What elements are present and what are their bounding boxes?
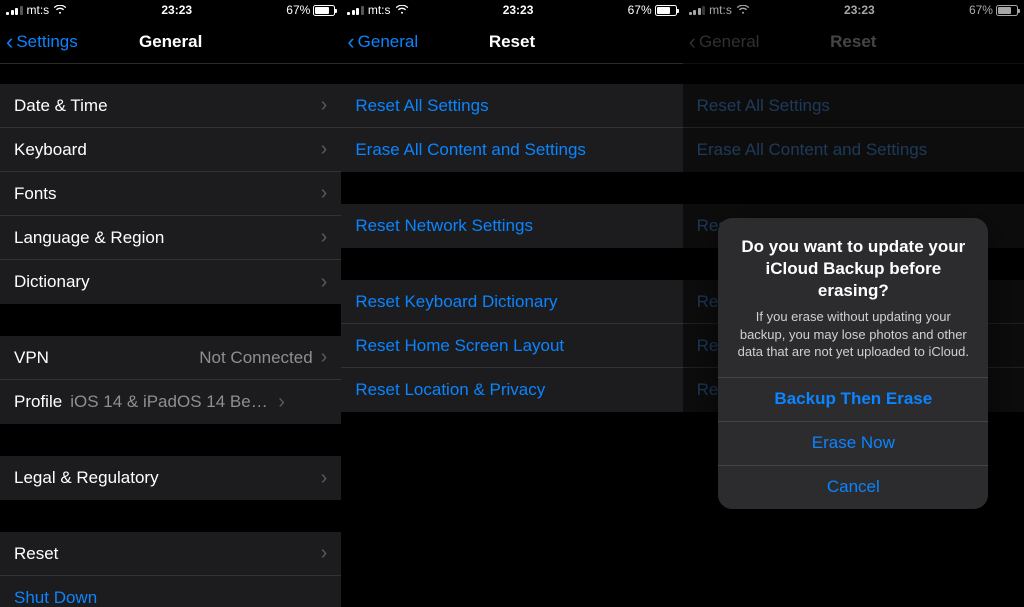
chevron-right-icon: › xyxy=(321,271,328,294)
battery-pct: 67% xyxy=(628,3,652,17)
content: Reset All Settings Erase All Content and… xyxy=(341,64,682,412)
row-keyboard[interactable]: Keyboard› xyxy=(0,128,341,172)
chevron-right-icon: › xyxy=(321,138,328,161)
clock: 23:23 xyxy=(67,3,286,17)
row-reset-home-layout[interactable]: Reset Home Screen Layout xyxy=(341,324,682,368)
wifi-icon xyxy=(53,5,67,15)
row-erase-all[interactable]: Erase All Content and Settings xyxy=(341,128,682,172)
alert-cancel-button[interactable]: Cancel xyxy=(718,465,988,509)
row-legal[interactable]: Legal & Regulatory› xyxy=(0,456,341,500)
wifi-icon xyxy=(395,5,409,15)
chevron-right-icon: › xyxy=(321,226,328,249)
chevron-left-icon: ‹ xyxy=(6,31,13,53)
row-fonts[interactable]: Fonts› xyxy=(0,172,341,216)
navbar: ‹ Settings General xyxy=(0,20,341,64)
row-dictionary[interactable]: Dictionary› xyxy=(0,260,341,304)
alert-dialog: Do you want to update your iCloud Backup… xyxy=(718,218,988,509)
statusbar: mt:s 23:23 67% xyxy=(0,0,341,20)
chevron-right-icon: › xyxy=(321,182,328,205)
row-profile[interactable]: ProfileiOS 14 & iPadOS 14 Beta Softwar…› xyxy=(0,380,341,424)
row-reset-location-privacy[interactable]: Reset Location & Privacy xyxy=(341,368,682,412)
row-reset-network[interactable]: Reset Network Settings xyxy=(341,204,682,248)
modal-backdrop: Do you want to update your iCloud Backup… xyxy=(683,0,1024,607)
chevron-left-icon: ‹ xyxy=(347,31,354,53)
row-language-region[interactable]: Language & Region› xyxy=(0,216,341,260)
row-reset[interactable]: Reset› xyxy=(0,532,341,576)
battery-icon xyxy=(313,5,335,16)
screen-general: mt:s 23:23 67% ‹ Settings General Date &… xyxy=(0,0,341,607)
signal-icon xyxy=(347,5,364,15)
back-label: Settings xyxy=(16,32,77,52)
row-reset-all-settings[interactable]: Reset All Settings xyxy=(341,84,682,128)
carrier-label: mt:s xyxy=(27,3,50,17)
signal-icon xyxy=(6,5,23,15)
back-button[interactable]: ‹ Settings xyxy=(6,31,78,53)
chevron-right-icon: › xyxy=(321,467,328,490)
back-label: General xyxy=(358,32,418,52)
row-reset-keyboard-dict[interactable]: Reset Keyboard Dictionary xyxy=(341,280,682,324)
screen-reset: mt:s 23:23 67% ‹ General Reset Reset All… xyxy=(341,0,682,607)
alert-title: Do you want to update your iCloud Backup… xyxy=(734,236,972,302)
chevron-right-icon: › xyxy=(321,346,328,369)
battery-pct: 67% xyxy=(286,3,310,17)
row-shutdown[interactable]: Shut Down xyxy=(0,576,341,607)
row-vpn[interactable]: VPNNot Connected› xyxy=(0,336,341,380)
alert-message: If you erase without updating your backu… xyxy=(734,308,972,361)
statusbar: mt:s 23:23 67% xyxy=(341,0,682,20)
content: Date & Time› Keyboard› Fonts› Language &… xyxy=(0,64,341,607)
carrier-label: mt:s xyxy=(368,3,391,17)
chevron-right-icon: › xyxy=(278,391,285,414)
battery-icon xyxy=(655,5,677,16)
row-date-time[interactable]: Date & Time› xyxy=(0,84,341,128)
chevron-right-icon: › xyxy=(321,94,328,117)
alert-backup-then-erase-button[interactable]: Backup Then Erase xyxy=(718,377,988,421)
screen-reset-alert: mt:s 23:23 67% ‹ General Reset Reset All… xyxy=(683,0,1024,607)
clock: 23:23 xyxy=(409,3,628,17)
navbar: ‹ General Reset xyxy=(341,20,682,64)
chevron-right-icon: › xyxy=(321,542,328,565)
alert-erase-now-button[interactable]: Erase Now xyxy=(718,421,988,465)
back-button[interactable]: ‹ General xyxy=(347,31,418,53)
